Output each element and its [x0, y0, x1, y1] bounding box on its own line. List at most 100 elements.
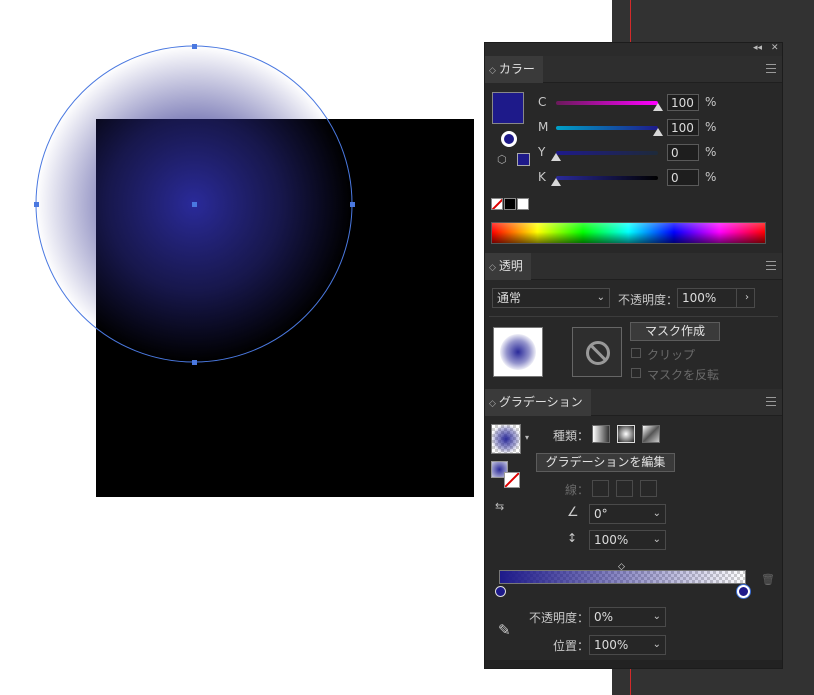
no-mask-icon [586, 341, 610, 365]
close-icon[interactable]: ✕ [771, 43, 779, 53]
angle-input[interactable]: 0° ⌄ [589, 504, 666, 524]
mask-thumbnail[interactable] [572, 327, 622, 377]
blend-mode-value: 通常 [497, 291, 522, 305]
stroke-color-indicator[interactable] [501, 131, 517, 147]
gradient-type-label: 種類： [553, 429, 590, 443]
angle-icon: ∠ [567, 505, 579, 520]
channel-m-slider[interactable] [556, 126, 658, 130]
stroke-along-icon[interactable] [616, 480, 633, 497]
clip-checkbox[interactable] [631, 348, 641, 358]
reverse-gradient-icon[interactable]: ⇆ [495, 500, 504, 513]
make-mask-button[interactable]: マスク作成 [630, 322, 720, 341]
center-point[interactable] [192, 202, 197, 207]
edit-gradient-button[interactable]: グラデーションを編集 [536, 453, 675, 472]
transparency-menu-icon[interactable] [766, 261, 776, 270]
white-swatch[interactable] [517, 198, 529, 210]
freeform-gradient-button[interactable] [642, 425, 660, 443]
stroke-none-swatch[interactable] [504, 472, 520, 488]
color-panel-header: ◇ カラー [485, 56, 782, 83]
gradient-circle-object[interactable] [0, 0, 484, 520]
anchor-point-left[interactable] [34, 202, 39, 207]
location-input[interactable]: 100% ⌄ [589, 635, 666, 655]
tab-gradient-label: グラデーション [498, 395, 583, 409]
location-label: 位置： [553, 639, 590, 653]
stop-opacity-value: 0% [594, 610, 614, 624]
location-value: 100% [594, 638, 629, 652]
none-swatch[interactable] [491, 198, 503, 210]
gradient-slider-bar[interactable] [499, 570, 746, 584]
anchor-point-bottom[interactable] [192, 360, 197, 365]
channel-m-input[interactable]: 100 [667, 119, 699, 136]
anchor-point-top[interactable] [192, 44, 197, 49]
tab-transparency[interactable]: ◇ 透明 [485, 253, 531, 280]
channel-c-thumb[interactable] [653, 103, 663, 111]
channel-m-label: M [538, 120, 549, 134]
gamut-color-swatch[interactable] [517, 153, 530, 166]
stroke-within-icon[interactable] [592, 480, 609, 497]
gradient-menu-icon[interactable] [766, 397, 776, 406]
channel-c-label: C [538, 95, 547, 109]
channel-m-unit: % [705, 120, 717, 134]
channel-c-slider[interactable] [556, 101, 658, 105]
fill-color-swatch[interactable] [492, 92, 524, 124]
clip-label: クリップ [647, 348, 696, 362]
eyedropper-icon[interactable]: ✎ [498, 621, 511, 639]
gradient-stop-start[interactable] [495, 586, 506, 597]
color-spectrum-bar[interactable] [491, 222, 766, 244]
channel-y-slider[interactable] [556, 151, 658, 155]
stroke-gradient-label: 線： [565, 483, 590, 497]
opacity-label: 不透明度： [618, 293, 679, 307]
out-of-gamut-icon[interactable]: ⬡ [497, 153, 507, 166]
channel-k-thumb[interactable] [551, 178, 561, 186]
channel-k-unit: % [705, 170, 717, 184]
black-swatch[interactable] [504, 198, 516, 210]
chevron-down-icon: ⌄ [596, 292, 605, 303]
channel-m-thumb[interactable] [653, 128, 663, 136]
aspect-ratio-value: 100% [594, 533, 629, 547]
gradient-preview-swatch[interactable] [491, 424, 521, 454]
stop-opacity-label: 不透明度： [529, 611, 590, 625]
tab-gradient[interactable]: ◇ グラデーション [485, 389, 591, 416]
divider [489, 316, 778, 317]
panel-resize-grip[interactable] [485, 660, 782, 668]
angle-value: 0° [594, 507, 608, 521]
channel-y-input[interactable]: 0 [667, 144, 699, 161]
object-thumbnail[interactable] [493, 327, 543, 377]
tab-color[interactable]: ◇ カラー [485, 56, 543, 83]
channel-c-unit: % [705, 95, 717, 109]
linear-gradient-button[interactable] [592, 425, 610, 443]
angle-chevron-down-icon: ⌄ [652, 508, 661, 519]
opacity-expand-button[interactable]: › [736, 288, 755, 308]
channel-k-label: K [538, 170, 546, 184]
invert-mask-label: マスクを反転 [647, 368, 720, 382]
collapse-icon[interactable]: ◂◂ [753, 43, 762, 53]
channel-y-label: Y [538, 145, 546, 159]
transparency-panel-header: ◇ 透明 [485, 253, 782, 280]
channel-k-input[interactable]: 0 [667, 169, 699, 186]
blend-mode-select[interactable]: 通常 ⌄ [492, 288, 610, 308]
tab-color-label: カラー [498, 62, 535, 76]
anchor-point-right[interactable] [350, 202, 355, 207]
opacity-input[interactable]: 100% [677, 288, 737, 308]
stop-opacity-chevron-down-icon: ⌄ [652, 611, 661, 622]
stroke-across-icon[interactable] [640, 480, 657, 497]
panel-title-bar[interactable]: ◂◂ ✕ [485, 43, 782, 56]
delete-stop-icon[interactable]: 🗑 [761, 573, 775, 586]
aspect-ratio-input[interactable]: 100% ⌄ [589, 530, 666, 550]
properties-panel-dock: ◂◂ ✕ ◇ カラー ⬡ C 100 % M 100 % Y 0 % K 0 % … [484, 42, 783, 669]
channel-c-input[interactable]: 100 [667, 94, 699, 111]
channel-y-unit: % [705, 145, 717, 159]
gradient-stop-end[interactable] [737, 585, 750, 598]
opacity-value: 100% [682, 291, 717, 305]
location-chevron-down-icon: ⌄ [652, 639, 661, 650]
aspect-chevron-down-icon: ⌄ [652, 534, 661, 545]
invert-mask-checkbox[interactable] [631, 368, 641, 378]
radial-gradient-button[interactable] [617, 425, 635, 443]
panel-menu-icon[interactable] [766, 64, 776, 73]
gradient-panel-header: ◇ グラデーション [485, 389, 782, 416]
channel-k-slider[interactable] [556, 176, 658, 180]
stop-opacity-input[interactable]: 0% ⌄ [589, 607, 666, 627]
channel-y-thumb[interactable] [551, 153, 561, 161]
tab-transparency-label: 透明 [498, 259, 523, 273]
gradient-preset-dropdown-icon[interactable]: ▾ [525, 433, 529, 442]
